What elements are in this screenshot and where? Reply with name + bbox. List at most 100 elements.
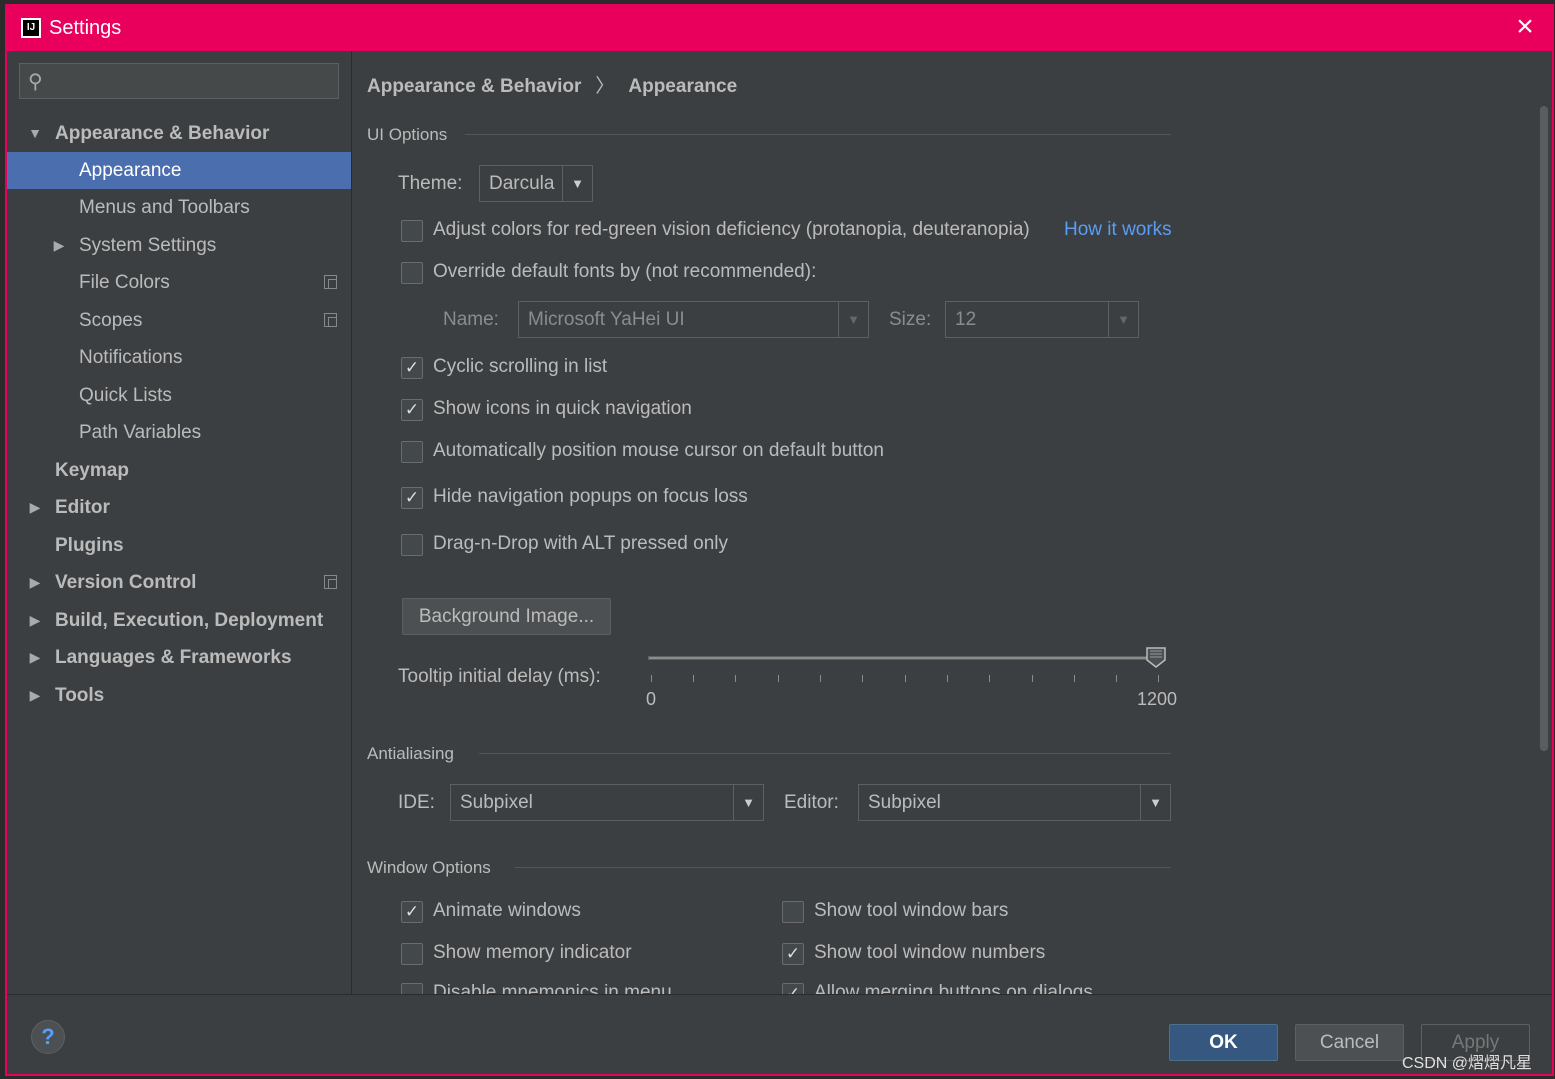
font-size-dropdown[interactable]: 12 ▼	[945, 301, 1139, 338]
ide-antialiasing-dropdown[interactable]: Subpixel ▼	[450, 784, 764, 821]
sidebar-item-tools[interactable]: ▶ Tools	[7, 677, 351, 714]
sidebar-item-notifications[interactable]: Notifications	[7, 339, 351, 376]
allow-merging-checkbox[interactable]: ✓ Allow merging buttons on dialogs	[782, 982, 1142, 994]
settings-window: IJ Settings × ⚲ ▼ Appearance & Behavior …	[5, 4, 1554, 1076]
sidebar-item-plugins[interactable]: Plugins	[7, 527, 351, 564]
search-box[interactable]: ⚲	[19, 63, 339, 99]
font-size-label: Size:	[889, 309, 932, 330]
checkbox-label: Cyclic scrolling in list	[433, 356, 608, 377]
close-icon[interactable]: ×	[1512, 12, 1538, 42]
sidebar-item-label: Editor	[55, 497, 110, 518]
checkbox-box[interactable]	[401, 441, 423, 463]
how-it-works-link[interactable]: How it works	[1064, 219, 1172, 241]
sidebar-item-scopes[interactable]: Scopes	[7, 302, 351, 339]
slider-tick	[1032, 675, 1033, 682]
checkbox-box[interactable]	[401, 262, 423, 284]
override-fonts-checkbox[interactable]: Override default fonts by (not recommend…	[401, 261, 881, 287]
sidebar-item-system-settings[interactable]: ▶ System Settings	[7, 227, 351, 264]
checkbox-box[interactable]	[401, 983, 423, 994]
checkbox-label: Animate windows	[433, 900, 581, 921]
checkbox-box[interactable]	[401, 943, 423, 965]
chevron-down-icon: ▼	[562, 166, 592, 201]
slider-min-label: 0	[646, 689, 657, 709]
sidebar-item-quick-lists[interactable]: Quick Lists	[7, 377, 351, 414]
sidebar-item-label: Menus and Toolbars	[79, 197, 250, 218]
slider-tick	[947, 675, 948, 682]
project-level-icon	[324, 575, 337, 589]
sidebar-item-label: Path Variables	[79, 422, 202, 443]
sidebar-item-menus-toolbars[interactable]: Menus and Toolbars	[7, 189, 351, 226]
section-title-ui-options: UI Options	[367, 125, 448, 144]
sidebar-item-label: Version Control	[55, 572, 197, 593]
sidebar-item-appearance-behavior[interactable]: ▼ Appearance & Behavior	[7, 115, 351, 152]
checkbox-box[interactable]	[782, 901, 804, 923]
sidebar-item-label: File Colors	[79, 272, 170, 293]
slider-max-label: 1200	[1137, 689, 1178, 709]
expanded-arrow-icon[interactable]: ▼	[27, 115, 43, 152]
checkbox-checked[interactable]: ✓	[401, 487, 423, 509]
sidebar-item-languages-frameworks[interactable]: ▶ Languages & Frameworks	[7, 639, 351, 676]
checkbox-checked[interactable]: ✓	[782, 983, 804, 994]
background-image-button[interactable]: Background Image...	[402, 598, 611, 635]
section-title-window-options: Window Options	[367, 858, 491, 877]
breadcrumb-parent[interactable]: Appearance & Behavior	[367, 76, 581, 97]
sidebar-item-file-colors[interactable]: File Colors	[7, 264, 351, 301]
disable-mnemonics-checkbox[interactable]: Disable mnemonics in menu	[401, 982, 721, 994]
dialog-footer: ? OK Cancel Apply CSDN @熠熠凡星	[7, 994, 1552, 1074]
cancel-button[interactable]: Cancel	[1295, 1024, 1404, 1061]
show-tool-bars-checkbox[interactable]: Show tool window bars	[782, 900, 1062, 926]
checkbox-label: Show memory indicator	[433, 942, 632, 963]
auto-position-checkbox[interactable]: Automatically position mouse cursor on d…	[401, 440, 921, 466]
editor-aa-label: Editor:	[784, 792, 839, 813]
collapsed-arrow-icon[interactable]: ▶	[27, 489, 43, 526]
slider-tick	[1158, 675, 1159, 682]
checkbox-checked[interactable]: ✓	[401, 901, 423, 923]
theme-dropdown[interactable]: Darcula ▼	[479, 165, 593, 202]
checkbox-label: Override default fonts by (not recommend…	[433, 261, 817, 282]
checkbox-checked[interactable]: ✓	[401, 399, 423, 421]
checkbox-box[interactable]	[401, 220, 423, 242]
collapsed-arrow-icon[interactable]: ▶	[27, 677, 43, 714]
adjust-colors-checkbox[interactable]: Adjust colors for red-green vision defic…	[401, 219, 1141, 245]
editor-antialiasing-dropdown[interactable]: Subpixel ▼	[858, 784, 1171, 821]
collapsed-arrow-icon[interactable]: ▶	[27, 639, 43, 676]
cyclic-scrolling-checkbox[interactable]: ✓ Cyclic scrolling in list	[401, 356, 701, 382]
sidebar-item-label: Appearance	[79, 160, 182, 181]
sidebar-item-editor[interactable]: ▶ Editor	[7, 489, 351, 526]
animate-windows-checkbox[interactable]: ✓ Animate windows	[401, 900, 651, 926]
sidebar-item-path-variables[interactable]: Path Variables	[7, 414, 351, 451]
checkbox-checked[interactable]: ✓	[782, 943, 804, 965]
section-title-antialiasing: Antialiasing	[367, 744, 454, 763]
tooltip-delay-slider[interactable]	[648, 656, 1153, 660]
sidebar-item-keymap[interactable]: Keymap	[7, 452, 351, 489]
sidebar-item-build-execution[interactable]: ▶ Build, Execution, Deployment	[7, 602, 351, 639]
sidebar-item-label: Languages & Frameworks	[55, 647, 292, 668]
sidebar-item-appearance[interactable]: Appearance	[7, 152, 351, 189]
help-button[interactable]: ?	[31, 1020, 65, 1054]
show-icons-checkbox[interactable]: ✓ Show icons in quick navigation	[401, 398, 741, 424]
show-memory-checkbox[interactable]: Show memory indicator	[401, 942, 681, 968]
collapsed-arrow-icon[interactable]: ▶	[27, 564, 43, 601]
breadcrumb-separator-icon: 〉	[595, 76, 615, 97]
slider-tick	[651, 675, 652, 682]
drag-drop-checkbox[interactable]: Drag-n-Drop with ALT pressed only	[401, 533, 771, 559]
hide-popups-checkbox[interactable]: ✓ Hide navigation popups on focus loss	[401, 486, 781, 512]
search-input[interactable]	[60, 66, 330, 96]
vertical-scrollbar[interactable]	[1540, 106, 1548, 751]
checkbox-box[interactable]	[401, 534, 423, 556]
show-tool-numbers-checkbox[interactable]: ✓ Show tool window numbers	[782, 942, 1102, 968]
checkbox-checked[interactable]: ✓	[401, 357, 423, 379]
slider-thumb[interactable]	[1145, 646, 1167, 668]
ok-button[interactable]: OK	[1169, 1024, 1278, 1061]
window-title: Settings	[49, 17, 122, 39]
font-name-dropdown[interactable]: Microsoft YaHei UI ▼	[518, 301, 869, 338]
collapsed-arrow-icon[interactable]: ▶	[51, 227, 67, 264]
search-icon[interactable]: ⚲	[28, 69, 43, 94]
sidebar-item-label: Quick Lists	[79, 385, 172, 406]
sidebar-item-version-control[interactable]: ▶ Version Control	[7, 564, 351, 601]
breadcrumb-current: Appearance	[628, 76, 738, 97]
collapsed-arrow-icon[interactable]: ▶	[27, 602, 43, 639]
sidebar-item-label: Notifications	[79, 347, 183, 368]
editor-aa-value: Subpixel	[868, 792, 941, 813]
sidebar-item-label: Keymap	[55, 460, 129, 481]
